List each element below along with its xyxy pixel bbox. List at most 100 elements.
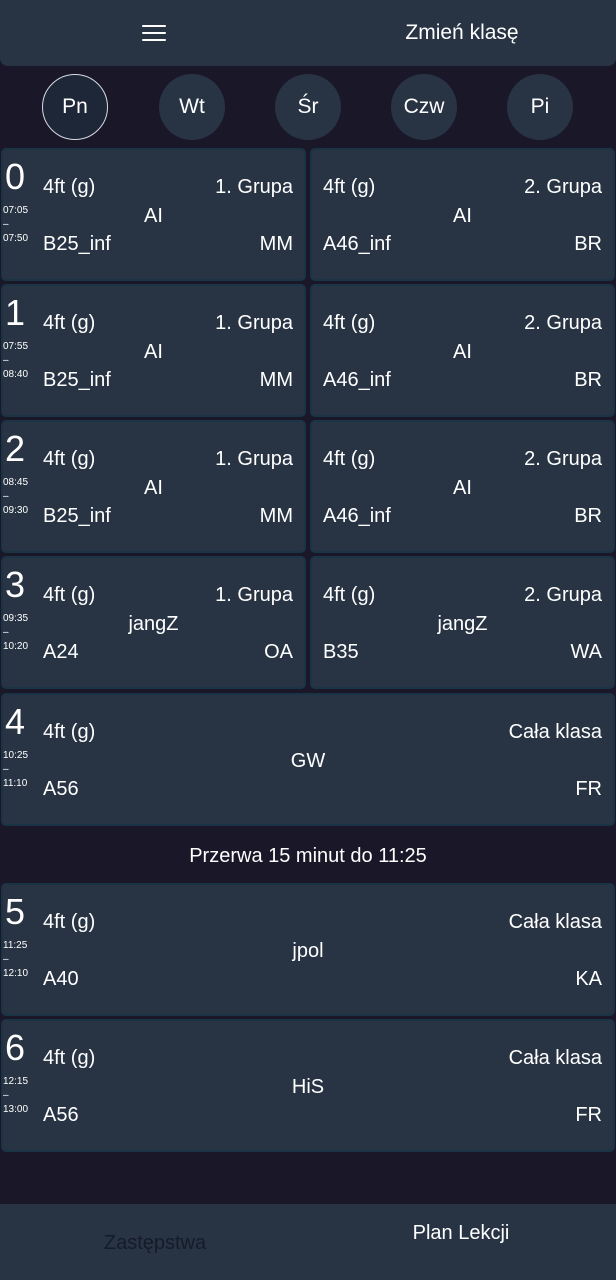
lesson-card[interactable]: 4ft (g) 2. Grupa AI A46_inf BR (310, 284, 615, 417)
hamburger-menu-icon[interactable] (138, 18, 170, 48)
break-info: Przerwa 15 minut do 11:25 (189, 845, 427, 867)
room-name: A46_inf (323, 505, 391, 527)
teacher-code: BR (574, 233, 602, 255)
class-name: 4ft (g) (323, 584, 376, 606)
lesson-row: 6 12:15 – 13:00 4ft (g) Cała klasa HiS A… (0, 1019, 616, 1152)
teacher-code: BR (574, 505, 602, 527)
room-name: A56 (43, 1104, 79, 1126)
class-name: 4ft (g) (323, 448, 376, 470)
room-name: A24 (43, 641, 79, 663)
lesson-number: 3 (5, 564, 26, 605)
teacher-code: OA (264, 641, 293, 663)
day-button-thu[interactable]: Czw (391, 74, 457, 140)
teacher-code: FR (575, 1104, 602, 1126)
room-name: A46_inf (323, 369, 391, 391)
teacher-code: FR (575, 778, 602, 800)
subject-name: AI (144, 477, 163, 499)
room-name: A56 (43, 778, 79, 800)
subject-name: jangZ (128, 613, 179, 635)
subject-name: AI (144, 205, 163, 227)
lesson-card[interactable]: 4ft (g) 2. Grupa AI A46_inf BR (310, 148, 615, 281)
class-name: 4ft (g) (43, 176, 96, 198)
day-button-wed[interactable]: Śr (275, 74, 341, 140)
lesson-number: 1 (5, 292, 26, 333)
room-name: B25_inf (43, 505, 111, 527)
top-app-bar: Zmień klasę (0, 0, 616, 66)
subject-name: AI (453, 341, 472, 363)
lesson-end-time: 12:10 (3, 968, 29, 979)
group-name: 2. Grupa (524, 176, 602, 198)
subject-name: jangZ (437, 613, 488, 635)
lesson-card[interactable]: 4 10:25 – 11:10 4ft (g) Cała klasa GW A5… (1, 693, 615, 826)
subject-name: GW (290, 750, 326, 772)
class-name: 4ft (g) (43, 448, 96, 470)
tab-substitutions[interactable]: Zastępstwa (40, 1204, 270, 1280)
day-selector: Pn Wt Śr Czw Pi (0, 74, 616, 140)
tab-lesson-plan[interactable]: Plan Lekcji (346, 1204, 576, 1280)
lesson-number: 6 (5, 1027, 26, 1068)
group-name: Cała klasa (508, 911, 602, 933)
teacher-code: MM (259, 233, 293, 255)
lesson-card[interactable]: 4ft (g) 2. Grupa AI A46_inf BR (310, 420, 615, 553)
lesson-number: 5 (5, 891, 26, 932)
subject-name: HiS (291, 1076, 325, 1098)
teacher-code: BR (574, 369, 602, 391)
lesson-end-time: 09:30 (3, 505, 29, 516)
lesson-row: 0 07:05 – 07:50 4ft (g) 1. Grupa AI B25_… (0, 148, 616, 281)
class-name: 4ft (g) (43, 312, 96, 334)
lesson-card[interactable]: 4ft (g) 2. Grupa jangZ B35 WA (310, 556, 615, 689)
class-name: 4ft (g) (43, 584, 96, 606)
teacher-code: MM (259, 369, 293, 391)
lesson-row: 3 09:35 – 10:20 4ft (g) 1. Grupa jangZ A… (0, 556, 616, 689)
teacher-code: MM (259, 505, 293, 527)
subject-name: jpol (292, 940, 324, 962)
subject-name: AI (453, 477, 472, 499)
lesson-card[interactable]: 0 07:05 – 07:50 4ft (g) 1. Grupa AI B25_… (1, 148, 306, 281)
lesson-end-time: 13:00 (3, 1104, 29, 1115)
group-name: Cała klasa (508, 1047, 602, 1069)
lesson-card[interactable]: 1 07:55 – 08:40 4ft (g) 1. Grupa AI B25_… (1, 284, 306, 417)
day-button-tue[interactable]: Wt (159, 74, 225, 140)
class-name: 4ft (g) (43, 1047, 96, 1069)
class-name: 4ft (g) (323, 312, 376, 334)
lesson-end-time: 07:50 (3, 233, 29, 244)
lesson-card[interactable]: 5 11:25 – 12:10 4ft (g) Cała klasa jpol … (1, 883, 615, 1016)
lesson-card[interactable]: 3 09:35 – 10:20 4ft (g) 1. Grupa jangZ A… (1, 556, 306, 689)
lesson-number: 2 (5, 428, 26, 469)
class-name: 4ft (g) (43, 911, 96, 933)
change-class-button[interactable]: Zmień klasę (370, 18, 554, 48)
group-name: 2. Grupa (524, 312, 602, 334)
lesson-end-time: 08:40 (3, 369, 29, 380)
teacher-code: WA (570, 641, 602, 663)
lesson-end-time: 11:10 (3, 778, 28, 789)
room-name: B25_inf (43, 233, 111, 255)
class-name: 4ft (g) (323, 176, 376, 198)
day-button-mon[interactable]: Pn (42, 74, 108, 140)
group-name: 1. Grupa (215, 448, 293, 470)
teacher-code: KA (575, 968, 602, 990)
bottom-navigation: Zastępstwa Plan Lekcji (0, 1204, 616, 1280)
room-name: A46_inf (323, 233, 391, 255)
subject-name: AI (144, 341, 163, 363)
group-name: 1. Grupa (215, 584, 293, 606)
lesson-end-time: 10:20 (3, 641, 29, 652)
group-name: 1. Grupa (215, 176, 293, 198)
group-name: 2. Grupa (524, 448, 602, 470)
lesson-card[interactable]: 6 12:15 – 13:00 4ft (g) Cała klasa HiS A… (1, 1019, 615, 1152)
lesson-row: 2 08:45 – 09:30 4ft (g) 1. Grupa AI B25_… (0, 420, 616, 553)
lesson-number: 0 (5, 156, 26, 197)
group-name: 2. Grupa (524, 584, 602, 606)
subject-name: AI (453, 205, 472, 227)
lesson-row: 1 07:55 – 08:40 4ft (g) 1. Grupa AI B25_… (0, 284, 616, 417)
class-name: 4ft (g) (43, 721, 96, 743)
lesson-card[interactable]: 2 08:45 – 09:30 4ft (g) 1. Grupa AI B25_… (1, 420, 306, 553)
day-button-fri[interactable]: Pi (507, 74, 573, 140)
room-name: A40 (43, 968, 79, 990)
group-name: 1. Grupa (215, 312, 293, 334)
lesson-row: 4 10:25 – 11:10 4ft (g) Cała klasa GW A5… (0, 693, 616, 826)
group-name: Cała klasa (508, 721, 602, 743)
lesson-number: 4 (5, 701, 26, 742)
room-name: B25_inf (43, 369, 111, 391)
room-name: B35 (323, 641, 359, 663)
lesson-row: 5 11:25 – 12:10 4ft (g) Cała klasa jpol … (0, 883, 616, 1016)
